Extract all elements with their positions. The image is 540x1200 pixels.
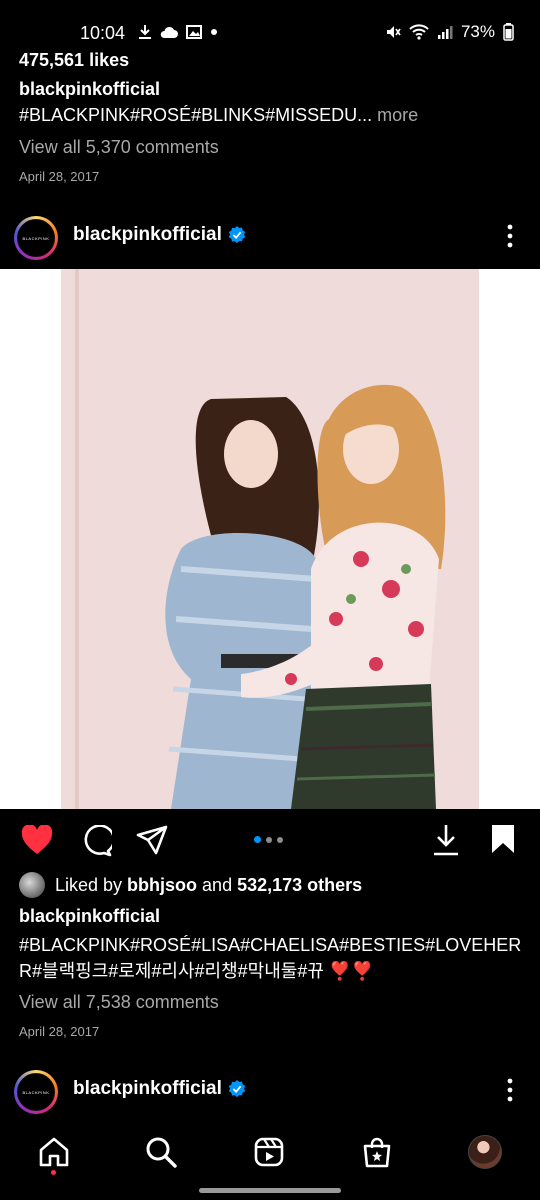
image-status-icon: [186, 25, 202, 39]
liked-by-text: Liked by bbhjsoo and 532,173 others: [55, 875, 362, 896]
download-icon[interactable]: [432, 823, 460, 857]
likes-count[interactable]: 475,561 likes: [19, 50, 129, 71]
username-row: blackpinkofficial: [73, 224, 246, 246]
post-header: BLACKPINK blackpinkofficial: [0, 1062, 540, 1118]
view-all-comments-link[interactable]: View all 7,538 comments: [19, 992, 219, 1013]
avatar[interactable]: BLACKPINK: [14, 1070, 58, 1114]
post-date: April 28, 2017: [19, 1024, 100, 1039]
mute-icon: [386, 26, 401, 38]
bookmark-icon[interactable]: [490, 823, 516, 855]
username[interactable]: blackpinkofficial: [73, 224, 222, 246]
photo-illustration: [61, 269, 479, 809]
avatar-logo: BLACKPINK: [22, 235, 50, 241]
cloud-icon: [160, 26, 178, 38]
carousel-dot: [277, 836, 283, 843]
signal-icon: [437, 26, 453, 39]
download-status-icon: [139, 25, 151, 39]
bottom-nav: [0, 1120, 540, 1184]
carousel-dot: [266, 836, 272, 843]
caption-text: #BLACKPINK#ROSÉ#BLINKS#MISSEDU... more: [19, 105, 418, 126]
verified-badge-icon: [228, 226, 246, 244]
heart-icon[interactable]: [21, 825, 53, 855]
shop-icon[interactable]: [361, 1136, 393, 1168]
caption-owner[interactable]: blackpinkofficial: [19, 79, 160, 100]
profile-avatar[interactable]: [468, 1135, 503, 1169]
home-icon[interactable]: [38, 1136, 70, 1168]
caption-text: #BLACKPINK#ROSÉ#LISA#CHAELISA#BESTIES#LO…: [19, 935, 522, 981]
avatar[interactable]: BLACKPINK: [14, 216, 58, 260]
comment-icon[interactable]: [80, 825, 112, 857]
liked-by-prefix: Liked by: [55, 874, 128, 895]
photo: [61, 269, 479, 809]
carousel-dot-active: [254, 836, 261, 843]
caption-tags[interactable]: #BLACKPINK#ROSÉ#BLINKS#MISSEDU...: [19, 105, 372, 125]
liked-by-count[interactable]: 532,173 others: [237, 875, 362, 895]
wifi-icon: [409, 24, 429, 40]
post-image[interactable]: [0, 269, 540, 809]
battery-percent: 73%: [460, 22, 495, 41]
kebab-icon[interactable]: [500, 1074, 520, 1106]
notification-dot: [51, 1170, 56, 1175]
status-right: 73%: [385, 22, 514, 42]
liked-by-mid: and: [197, 874, 238, 895]
caption-owner[interactable]: blackpinkofficial: [19, 906, 160, 927]
action-bar: [0, 815, 540, 865]
status-bar: 10:04 73%: [0, 0, 540, 44]
username-row: blackpinkofficial: [73, 1078, 246, 1100]
reels-icon[interactable]: [253, 1136, 285, 1168]
search-icon[interactable]: [145, 1136, 178, 1168]
liked-by-user[interactable]: bbhjsoo: [127, 875, 197, 895]
liked-by-row[interactable]: Liked by bbhjsoo and 532,173 others: [19, 872, 362, 898]
avatar-logo: BLACKPINK: [22, 1089, 50, 1095]
username[interactable]: blackpinkofficial: [73, 1078, 222, 1100]
status-left-icons: [138, 24, 218, 40]
view-all-comments-link[interactable]: View all 5,370 comments: [19, 137, 219, 158]
status-time: 10:04: [80, 23, 126, 43]
gesture-bar[interactable]: [199, 1188, 341, 1193]
carousel-dots: [254, 836, 283, 843]
battery-icon: [503, 23, 514, 41]
send-icon[interactable]: [136, 825, 168, 855]
liked-by-avatar: [19, 872, 45, 898]
dot-icon: [211, 29, 217, 35]
post-header: BLACKPINK blackpinkofficial: [0, 208, 540, 264]
verified-badge-icon: [228, 1080, 246, 1098]
kebab-icon[interactable]: [500, 220, 520, 252]
more-link[interactable]: more: [372, 105, 418, 125]
post-date: April 28, 2017: [19, 169, 100, 184]
